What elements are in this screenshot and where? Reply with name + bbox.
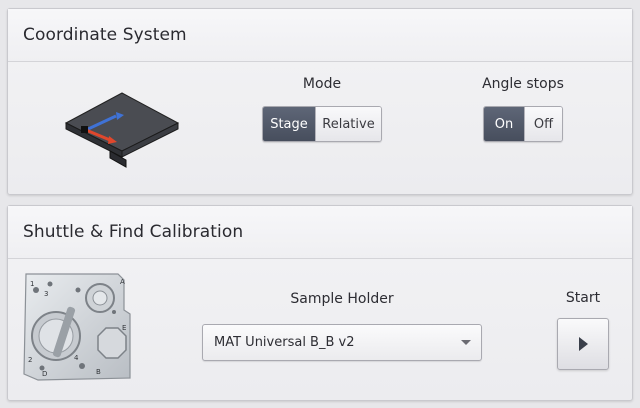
- coordinate-system-title: Coordinate System: [23, 25, 187, 45]
- angle-stops-label: Angle stops: [482, 76, 564, 92]
- start-label: Start: [565, 290, 601, 306]
- holder-mark-4: 4: [74, 354, 79, 362]
- holder-mark-3: 3: [44, 290, 48, 298]
- play-icon: [579, 337, 588, 351]
- shuttle-calibration-title: Shuttle & Find Calibration: [23, 222, 244, 242]
- mode-label: Mode: [302, 76, 342, 92]
- shuttle-calibration-header: Shuttle & Find Calibration: [8, 206, 632, 259]
- chevron-down-icon: [461, 340, 471, 345]
- mode-toggle: Stage Relative: [262, 106, 382, 142]
- sample-holder-select[interactable]: MAT Universal B_B v2: [202, 324, 482, 361]
- holder-mark-e: E: [122, 324, 126, 332]
- sample-holder-label: Sample Holder: [290, 291, 394, 307]
- shuttle-calibration-panel: Shuttle & Find Calibration 1 3 A E 2 B 4…: [7, 205, 633, 401]
- start-button[interactable]: [557, 318, 609, 370]
- angle-stops-toggle: On Off: [483, 106, 563, 142]
- stage-axes-icon: [64, 92, 180, 168]
- angle-stops-off-option[interactable]: Off: [524, 107, 562, 141]
- sample-holder-image: 1 3 A E 2 B 4 D: [23, 273, 131, 381]
- sample-holder-value: MAT Universal B_B v2: [214, 335, 355, 350]
- angle-stops-on-option[interactable]: On: [484, 107, 524, 141]
- holder-mark-1: 1: [30, 280, 34, 288]
- holder-mark-2: 2: [28, 356, 32, 364]
- holder-mark-a: A: [120, 278, 125, 286]
- coordinate-system-header: Coordinate System: [8, 9, 632, 62]
- coordinate-system-panel: Coordinate System Mode Stage Relative An…: [7, 8, 633, 195]
- holder-mark-b: B: [96, 368, 101, 376]
- holder-mark-d: D: [42, 370, 47, 378]
- mode-relative-option[interactable]: Relative: [315, 107, 381, 141]
- mode-stage-option[interactable]: Stage: [263, 107, 315, 141]
